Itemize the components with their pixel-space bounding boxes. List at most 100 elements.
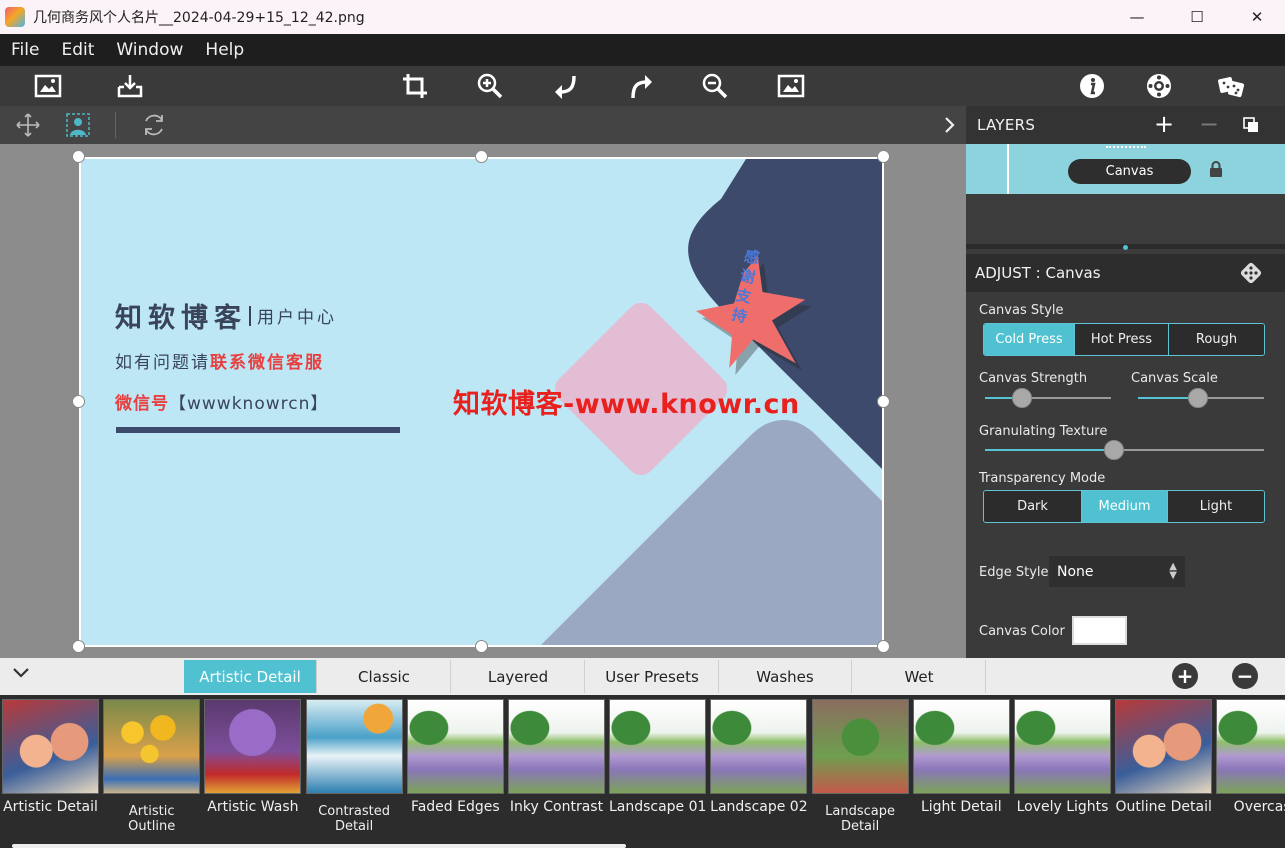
transparency-light[interactable]: Light	[1168, 491, 1264, 522]
tab-artistic-detail[interactable]: Artistic Detail	[184, 660, 317, 693]
preset-thumbnail[interactable]	[609, 699, 707, 794]
layers-title: LAYERS	[977, 116, 1036, 134]
transparency-mode-segmented: Dark Medium Light	[983, 490, 1265, 523]
preset-label[interactable]: Lovely Lights	[1012, 799, 1113, 815]
resize-handle-top-left[interactable]	[72, 150, 85, 163]
canvas-strength-slider[interactable]	[985, 388, 1111, 408]
image-artboard[interactable]: 知软博客 用户中心 如有问题请联系微信客服 微信号【wwwknowrcn】 知软…	[79, 157, 884, 647]
tab-wet[interactable]: Wet	[853, 660, 986, 693]
maximize-button[interactable]: ☐	[1167, 0, 1227, 34]
add-layer-button[interactable]: +	[1154, 110, 1174, 138]
menu-help[interactable]: Help	[194, 40, 255, 60]
lock-icon[interactable]	[1209, 161, 1223, 178]
slider-knob[interactable]	[1011, 388, 1032, 408]
card-subtitle: 用户中心	[257, 308, 337, 328]
resize-handle-bottom-right[interactable]	[877, 640, 890, 653]
close-button[interactable]: ✕	[1227, 0, 1285, 34]
preset-label[interactable]: Inky Contrast	[506, 799, 607, 815]
duplicate-layer-icon[interactable]	[1243, 117, 1259, 133]
settings-button[interactable]	[1142, 70, 1176, 102]
canvas-style-hot-press[interactable]: Hot Press	[1075, 324, 1169, 355]
random-dice-button[interactable]	[1214, 70, 1248, 102]
preset-thumbnail[interactable]	[2, 699, 99, 794]
open-image-button[interactable]	[31, 70, 65, 102]
slider-knob[interactable]	[1187, 388, 1208, 408]
resize-handle-left[interactable]	[72, 395, 85, 408]
layer-dots	[1106, 146, 1146, 148]
preset-thumbnail[interactable]	[406, 699, 504, 794]
app-logo-icon	[5, 7, 25, 27]
info-button[interactable]	[1075, 70, 1109, 102]
random-dice-icon[interactable]	[1240, 262, 1262, 284]
tab-washes[interactable]: Washes	[719, 660, 852, 693]
transparency-dark[interactable]: Dark	[984, 491, 1082, 522]
preset-label[interactable]: Overcast	[1214, 799, 1285, 815]
preset-label[interactable]: Light Detail	[911, 799, 1012, 815]
preset-label[interactable]: Artistic Outline	[101, 804, 202, 834]
tab-user-presets[interactable]: User Presets	[586, 660, 719, 693]
save-image-button[interactable]	[113, 70, 147, 102]
canvas-style-segmented: Cold Press Hot Press Rough	[983, 323, 1265, 356]
preset-thumbnail[interactable]	[1014, 699, 1111, 794]
expand-panel-button[interactable]	[935, 110, 965, 140]
card-contact-highlight: 联系微信客服	[210, 353, 324, 373]
preset-label[interactable]: Outline Detail	[1113, 799, 1214, 815]
zoom-in-button[interactable]	[473, 70, 507, 102]
preset-thumbnail[interactable]	[1115, 699, 1213, 794]
menu-window[interactable]: Window	[105, 40, 194, 60]
menu-edit[interactable]: Edit	[50, 40, 105, 60]
layer-item-canvas[interactable]: Canvas	[966, 144, 1285, 194]
preset-thumbnail[interactable]	[811, 699, 909, 794]
preset-thumbnail[interactable]	[1216, 699, 1285, 794]
remove-layer-button[interactable]: −	[1199, 110, 1219, 138]
tab-layered[interactable]: Layered	[452, 660, 585, 693]
preset-thumbnail[interactable]	[508, 699, 605, 794]
granulating-texture-slider[interactable]	[985, 440, 1264, 460]
canvas-color-label: Canvas Color	[979, 624, 1065, 639]
resize-handle-bottom[interactable]	[475, 640, 488, 653]
crop-button[interactable]	[398, 70, 432, 102]
preset-label[interactable]: Landscape 02	[708, 799, 809, 815]
preset-thumbnail[interactable]	[103, 699, 201, 794]
canvas-style-cold-press[interactable]: Cold Press	[984, 324, 1075, 355]
edge-style-select[interactable]: None ▲ ▼	[1049, 556, 1185, 587]
undo-button[interactable]	[549, 70, 583, 102]
slider-knob[interactable]	[1104, 440, 1125, 460]
zoom-out-button[interactable]	[698, 70, 732, 102]
move-tool-button[interactable]	[13, 110, 43, 140]
tab-classic[interactable]: Classic	[318, 660, 451, 693]
canvas-color-swatch[interactable]	[1072, 616, 1127, 645]
preset-thumbnail[interactable]	[305, 699, 403, 794]
preset-label[interactable]: Artistic Wash	[202, 799, 303, 815]
preset-label[interactable]: Contrasted Detail	[304, 804, 405, 834]
preset-label[interactable]: Faded Edges	[405, 799, 506, 815]
edge-style-label: Edge Style	[979, 565, 1049, 580]
fit-image-button[interactable]	[774, 70, 808, 102]
transparency-medium[interactable]: Medium	[1082, 491, 1168, 522]
resize-handle-right[interactable]	[877, 395, 890, 408]
preset-label[interactable]: Landscape Detail	[810, 804, 911, 834]
thumbnail-scrollbar[interactable]	[12, 844, 626, 848]
canvas-scale-slider[interactable]	[1138, 388, 1264, 408]
preset-thumbnail[interactable]	[204, 699, 302, 794]
redo-button[interactable]	[624, 70, 658, 102]
chevron-down-icon[interactable]	[12, 666, 30, 680]
minimize-button[interactable]: —	[1107, 0, 1167, 34]
resize-handle-bottom-left[interactable]	[72, 640, 85, 653]
rotate-button[interactable]	[139, 110, 169, 140]
card-contact-prefix: 如有问题请	[115, 353, 210, 373]
resize-handle-top[interactable]	[475, 150, 488, 163]
menu-file[interactable]: File	[0, 40, 50, 60]
canvas-workspace[interactable]: 知软博客 用户中心 如有问题请联系微信客服 微信号【wwwknowrcn】 知软…	[0, 144, 966, 658]
preset-label[interactable]: Landscape 01	[607, 799, 708, 815]
remove-preset-button[interactable]: −	[1232, 663, 1258, 689]
add-preset-button[interactable]: +	[1172, 663, 1198, 689]
canvas-style-rough[interactable]: Rough	[1169, 324, 1264, 355]
resize-handle-top-right[interactable]	[877, 150, 890, 163]
toolbar-divider	[115, 112, 116, 138]
select-subject-button[interactable]	[63, 110, 93, 140]
preset-label[interactable]: Artistic Detail	[0, 799, 101, 815]
undo-icon	[555, 75, 576, 99]
preset-thumbnail[interactable]	[710, 699, 808, 794]
preset-thumbnail[interactable]	[912, 699, 1010, 794]
